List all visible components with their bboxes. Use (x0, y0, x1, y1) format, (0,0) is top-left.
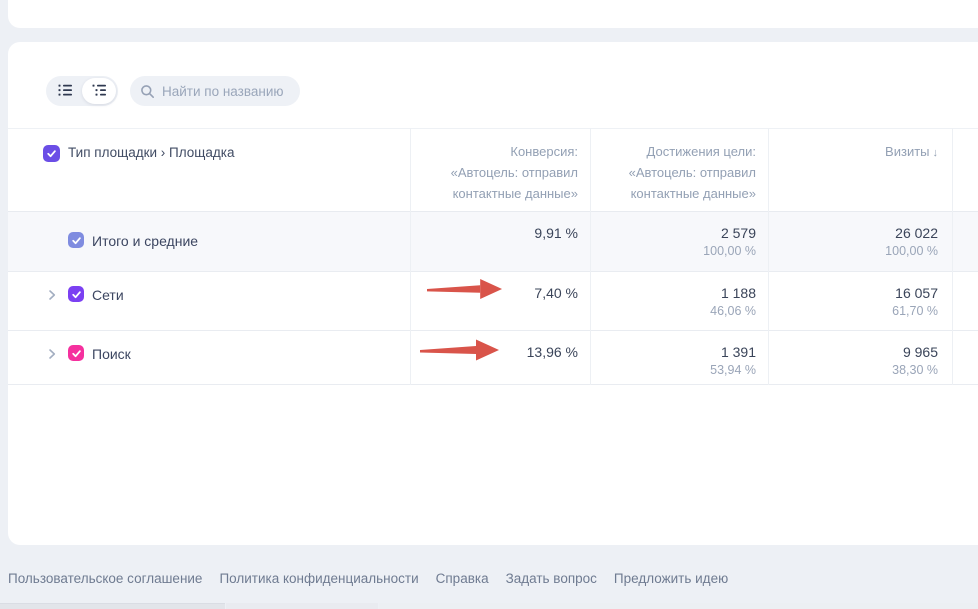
search-icon (140, 84, 155, 99)
report-card: Найти по названию Тип площадки › Площадк… (8, 42, 978, 545)
totals-visits-share: 100,00 % (768, 244, 938, 258)
footer-link-ask-question[interactable]: Задать вопрос (506, 571, 597, 586)
check-icon (71, 235, 82, 246)
search-goal-reaches-value: 1 391 (590, 344, 756, 360)
bottom-edge-element (0, 603, 225, 609)
totals-goal-reaches-share: 100,00 % (590, 244, 756, 258)
footer-link-privacy-policy[interactable]: Политика конфиденциальности (219, 571, 418, 586)
networks-goal-reaches-share: 46,06 % (590, 304, 756, 318)
table-row-search: Поиск 13,96 % 1 391 53,94 % 9 965 38,30 … (8, 331, 978, 385)
check-icon (71, 289, 82, 300)
networks-goal-reaches-value: 1 188 (590, 285, 756, 301)
table-header-row: Тип площадки › Площадка Конверсия: «Авто… (8, 128, 978, 212)
footer-links: Пользовательское соглашение Политика кон… (8, 571, 728, 586)
column-header-goal-reaches[interactable]: Достижения цели: «Автоцель: отправил кон… (590, 129, 768, 211)
expand-chevron-icon[interactable] (46, 347, 58, 359)
search-conversion-value: 13,96 % (410, 344, 578, 360)
check-icon (71, 348, 82, 359)
search-visits-share: 38,30 % (768, 363, 938, 377)
column-separator (590, 128, 591, 385)
sort-desc-icon: ↓ (933, 147, 939, 159)
row-label-totals: Итого и средние (92, 233, 198, 249)
view-toggle-tree-list-button[interactable] (82, 78, 116, 104)
search-goal-reaches-share: 53,94 % (590, 363, 756, 377)
search-placeholder: Найти по названию (162, 84, 284, 99)
bottom-edge-element (379, 603, 978, 609)
row-checkbox-search[interactable] (68, 345, 84, 361)
totals-conversion-value: 9,91 % (410, 225, 578, 241)
select-all-checkbox[interactable] (43, 145, 60, 162)
view-toggle-flat-list-button[interactable] (48, 78, 82, 104)
search-visits-value: 9 965 (768, 344, 938, 360)
totals-goal-reaches-value: 2 579 (590, 225, 756, 241)
networks-conversion-value: 7,40 % (410, 285, 578, 301)
check-icon (46, 148, 57, 159)
table-row-totals: Итого и средние 9,91 % 2 579 100,00 % 26… (8, 212, 978, 272)
row-label-networks[interactable]: Сети (92, 287, 124, 303)
footer-link-suggest-idea[interactable]: Предложить идею (614, 571, 728, 586)
totals-visits-value: 26 022 (768, 225, 938, 241)
row-checkbox-networks[interactable] (68, 286, 84, 302)
visits-header-label: Визиты (885, 144, 929, 159)
column-separator (952, 128, 953, 385)
tree-list-icon (91, 82, 107, 101)
column-separator (410, 128, 411, 385)
expand-chevron-icon[interactable] (46, 288, 58, 300)
bottom-edge-element (226, 603, 378, 609)
row-checkbox-totals[interactable] (68, 232, 84, 248)
view-toggle (46, 76, 118, 106)
flat-list-icon (57, 82, 73, 101)
table-row-networks: Сети 7,40 % 1 188 46,06 % 16 057 61,70 % (8, 272, 978, 331)
footer-link-help[interactable]: Справка (436, 571, 489, 586)
row-label-search[interactable]: Поиск (92, 346, 131, 362)
column-separator (768, 128, 769, 385)
networks-visits-value: 16 057 (768, 285, 938, 301)
dimension-header-label: Тип площадки › Площадка (68, 145, 234, 160)
networks-visits-share: 61,70 % (768, 304, 938, 318)
footer-link-user-agreement[interactable]: Пользовательское соглашение (8, 571, 202, 586)
search-input[interactable]: Найти по названию (130, 76, 300, 106)
column-header-conversion[interactable]: Конверсия: «Автоцель: отправил контактны… (410, 129, 590, 211)
column-header-visits[interactable]: Визиты ↓ (768, 129, 952, 211)
top-panel (8, 0, 978, 28)
